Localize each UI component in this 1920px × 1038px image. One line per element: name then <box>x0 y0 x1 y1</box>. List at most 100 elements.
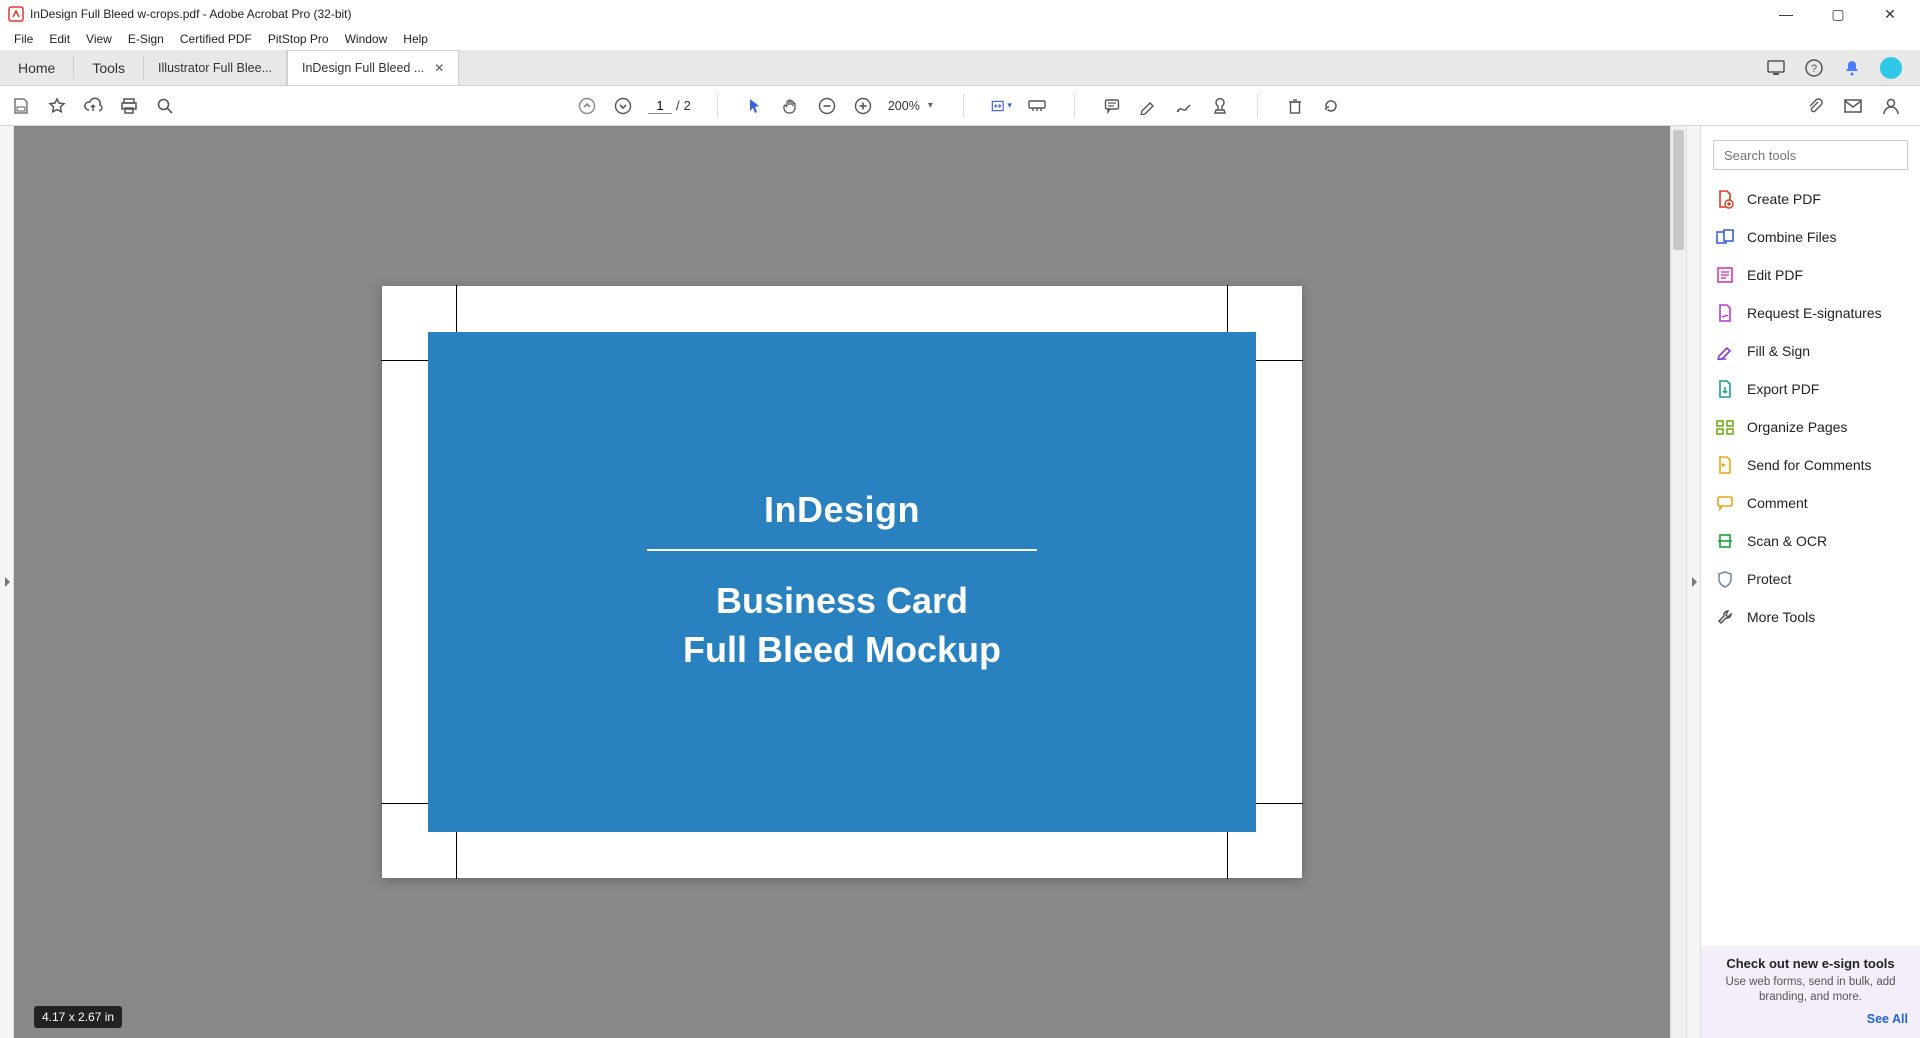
signature-icon <box>1715 303 1735 323</box>
tab-home[interactable]: Home <box>0 50 73 85</box>
dimensions-badge: 4.17 x 2.67 in <box>34 1006 122 1028</box>
crop-mark <box>1255 803 1303 804</box>
tool-combine-files[interactable]: Combine Files <box>1701 218 1920 256</box>
tool-scan-ocr[interactable]: Scan & OCR <box>1701 522 1920 560</box>
document-canvas[interactable]: InDesign Business Card Full Bleed Mockup… <box>14 126 1670 1038</box>
menu-pitstop-pro[interactable]: PitStop Pro <box>260 30 337 48</box>
select-cursor-icon[interactable] <box>744 95 766 117</box>
tool-edit-pdf[interactable]: Edit PDF <box>1701 256 1920 294</box>
document-tab-label: InDesign Full Bleed ... <box>302 61 424 75</box>
tool-label: Scan & OCR <box>1747 533 1827 549</box>
rotate-icon[interactable] <box>1320 95 1342 117</box>
export-icon <box>1715 379 1735 399</box>
menu-view[interactable]: View <box>78 30 120 48</box>
pen-icon <box>1715 341 1735 361</box>
crop-mark <box>456 831 457 879</box>
menu-certified-pdf[interactable]: Certified PDF <box>172 30 260 48</box>
help-icon[interactable]: ? <box>1804 58 1824 78</box>
tool-label: Protect <box>1747 571 1791 587</box>
close-window-button[interactable]: ✕ <box>1876 6 1904 23</box>
page-up-icon[interactable] <box>576 95 598 117</box>
toolbar-divider <box>1257 94 1258 118</box>
menu-edit[interactable]: Edit <box>41 30 78 48</box>
tool-organize-pages[interactable]: Organize Pages <box>1701 408 1920 446</box>
close-tab-icon[interactable]: ✕ <box>434 61 444 75</box>
page-down-icon[interactable] <box>612 95 634 117</box>
cloud-upload-icon[interactable] <box>82 95 104 117</box>
crop-mark <box>1227 285 1228 333</box>
zoom-in-icon[interactable] <box>852 95 874 117</box>
zoom-value: 200% <box>888 99 920 113</box>
tab-home-label: Home <box>18 60 55 76</box>
scrollbar-thumb[interactable] <box>1673 130 1684 250</box>
tool-label: Comment <box>1747 495 1808 511</box>
tools-search <box>1713 140 1908 170</box>
page-total: 2 <box>684 98 691 113</box>
notifications-bell-icon[interactable] <box>1842 58 1862 78</box>
save-icon[interactable] <box>10 95 32 117</box>
toolbar-left-group <box>10 95 176 117</box>
minimize-button[interactable]: — <box>1772 6 1800 23</box>
menu-e-sign[interactable]: E-Sign <box>120 30 172 48</box>
right-panel-toggle[interactable] <box>1686 126 1700 1038</box>
crop-mark <box>381 360 429 361</box>
toolbar-divider <box>717 94 718 118</box>
tool-export-pdf[interactable]: Export PDF <box>1701 370 1920 408</box>
tab-tools-label: Tools <box>92 60 125 76</box>
wrench-icon <box>1715 607 1735 627</box>
star-icon[interactable] <box>46 95 68 117</box>
tool-create-pdf[interactable]: Create PDF <box>1701 180 1920 218</box>
doc-subtitle: Business Card Full Bleed Mockup <box>683 577 1001 674</box>
page-current-input[interactable] <box>648 98 672 114</box>
attachments-icon[interactable] <box>1804 95 1826 117</box>
document-tab[interactable]: Illustrator Full Blee... <box>144 50 287 85</box>
toolbar-center-group: / 2 200%▾ ▾ <box>576 94 1804 118</box>
menu-window[interactable]: Window <box>337 30 396 48</box>
tool-comment[interactable]: Comment <box>1701 484 1920 522</box>
doc-subtitle-line1: Business Card <box>683 577 1001 626</box>
read-mode-icon[interactable] <box>1026 95 1048 117</box>
delete-icon[interactable] <box>1284 95 1306 117</box>
print-icon[interactable] <box>118 95 140 117</box>
pdf-page: InDesign Business Card Full Bleed Mockup <box>382 286 1302 878</box>
menu-help[interactable]: Help <box>395 30 436 48</box>
document-tab[interactable]: InDesign Full Bleed ... ✕ <box>287 50 459 85</box>
zoom-out-icon[interactable] <box>816 95 838 117</box>
comment-note-icon[interactable] <box>1101 95 1123 117</box>
desktop-icon[interactable] <box>1766 58 1786 78</box>
tool-label: Fill & Sign <box>1747 343 1810 359</box>
window-titlebar: InDesign Full Bleed w-crops.pdf - Adobe … <box>0 0 1920 28</box>
menu-file[interactable]: File <box>6 30 41 48</box>
zoom-dropdown[interactable]: 200%▾ <box>888 99 937 113</box>
hand-tool-icon[interactable] <box>780 95 802 117</box>
search-icon[interactable] <box>154 95 176 117</box>
tool-request-e-signatures[interactable]: Request E-signatures <box>1701 294 1920 332</box>
page-indicator: / 2 <box>648 98 691 114</box>
maximize-button[interactable]: ▢ <box>1824 6 1852 23</box>
highlight-icon[interactable] <box>1137 95 1159 117</box>
account-icon[interactable] <box>1880 95 1902 117</box>
tool-label: Send for Comments <box>1747 457 1872 473</box>
fit-width-icon[interactable]: ▾ <box>990 95 1012 117</box>
tool-label: Edit PDF <box>1747 267 1803 283</box>
crop-mark <box>1227 831 1228 879</box>
promo-see-all-link[interactable]: See All <box>1713 1012 1908 1026</box>
left-panel-toggle[interactable] <box>0 126 14 1038</box>
search-tools-input[interactable] <box>1713 140 1908 170</box>
tool-more-tools[interactable]: More Tools <box>1701 598 1920 636</box>
tool-protect[interactable]: Protect <box>1701 560 1920 598</box>
user-avatar[interactable] <box>1880 57 1902 79</box>
tool-label: Request E-signatures <box>1747 305 1882 321</box>
tool-send-for-comments[interactable]: Send for Comments <box>1701 446 1920 484</box>
stamp-icon[interactable] <box>1209 95 1231 117</box>
doc-subtitle-line2: Full Bleed Mockup <box>683 626 1001 675</box>
tool-fill-sign[interactable]: Fill & Sign <box>1701 332 1920 370</box>
main-toolbar: / 2 200%▾ ▾ <box>0 86 1920 126</box>
tab-tools[interactable]: Tools <box>74 50 143 85</box>
crop-mark <box>456 285 457 333</box>
scan-icon <box>1715 531 1735 551</box>
promo-desc: Use web forms, send in bulk, add brandin… <box>1713 975 1908 1006</box>
email-icon[interactable] <box>1842 95 1864 117</box>
vertical-scrollbar[interactable] <box>1670 126 1686 1038</box>
draw-icon[interactable] <box>1173 95 1195 117</box>
